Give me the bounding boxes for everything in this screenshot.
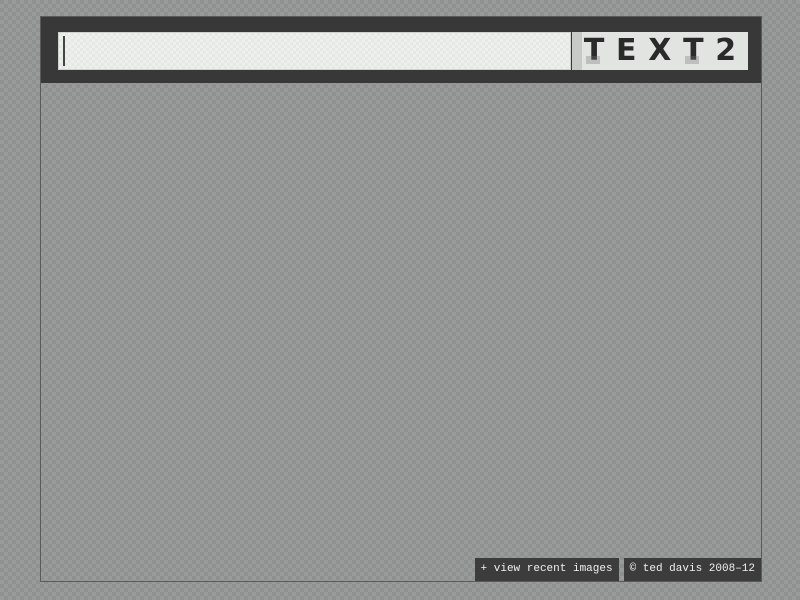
text-cursor [63,36,65,66]
logo-letter: T [683,33,704,68]
text-input[interactable] [58,32,571,70]
logo-letter: X [648,33,672,68]
app-frame: T E X T 2 + view recent images © ted dav… [40,16,762,582]
logo-edge [572,32,582,70]
view-recent-images-link[interactable]: + view recent images [474,558,619,581]
credit-link[interactable]: © ted davis 2008–12 [623,558,761,581]
header-bar: T E X T 2 [41,17,761,83]
text2-logo: T E X T 2 [572,32,748,70]
logo-letter: T [583,33,605,68]
logo-letter: E [616,33,637,68]
logo-letter: 2 [715,33,737,68]
footer: + view recent images © ted davis 2008–12 [474,558,761,581]
